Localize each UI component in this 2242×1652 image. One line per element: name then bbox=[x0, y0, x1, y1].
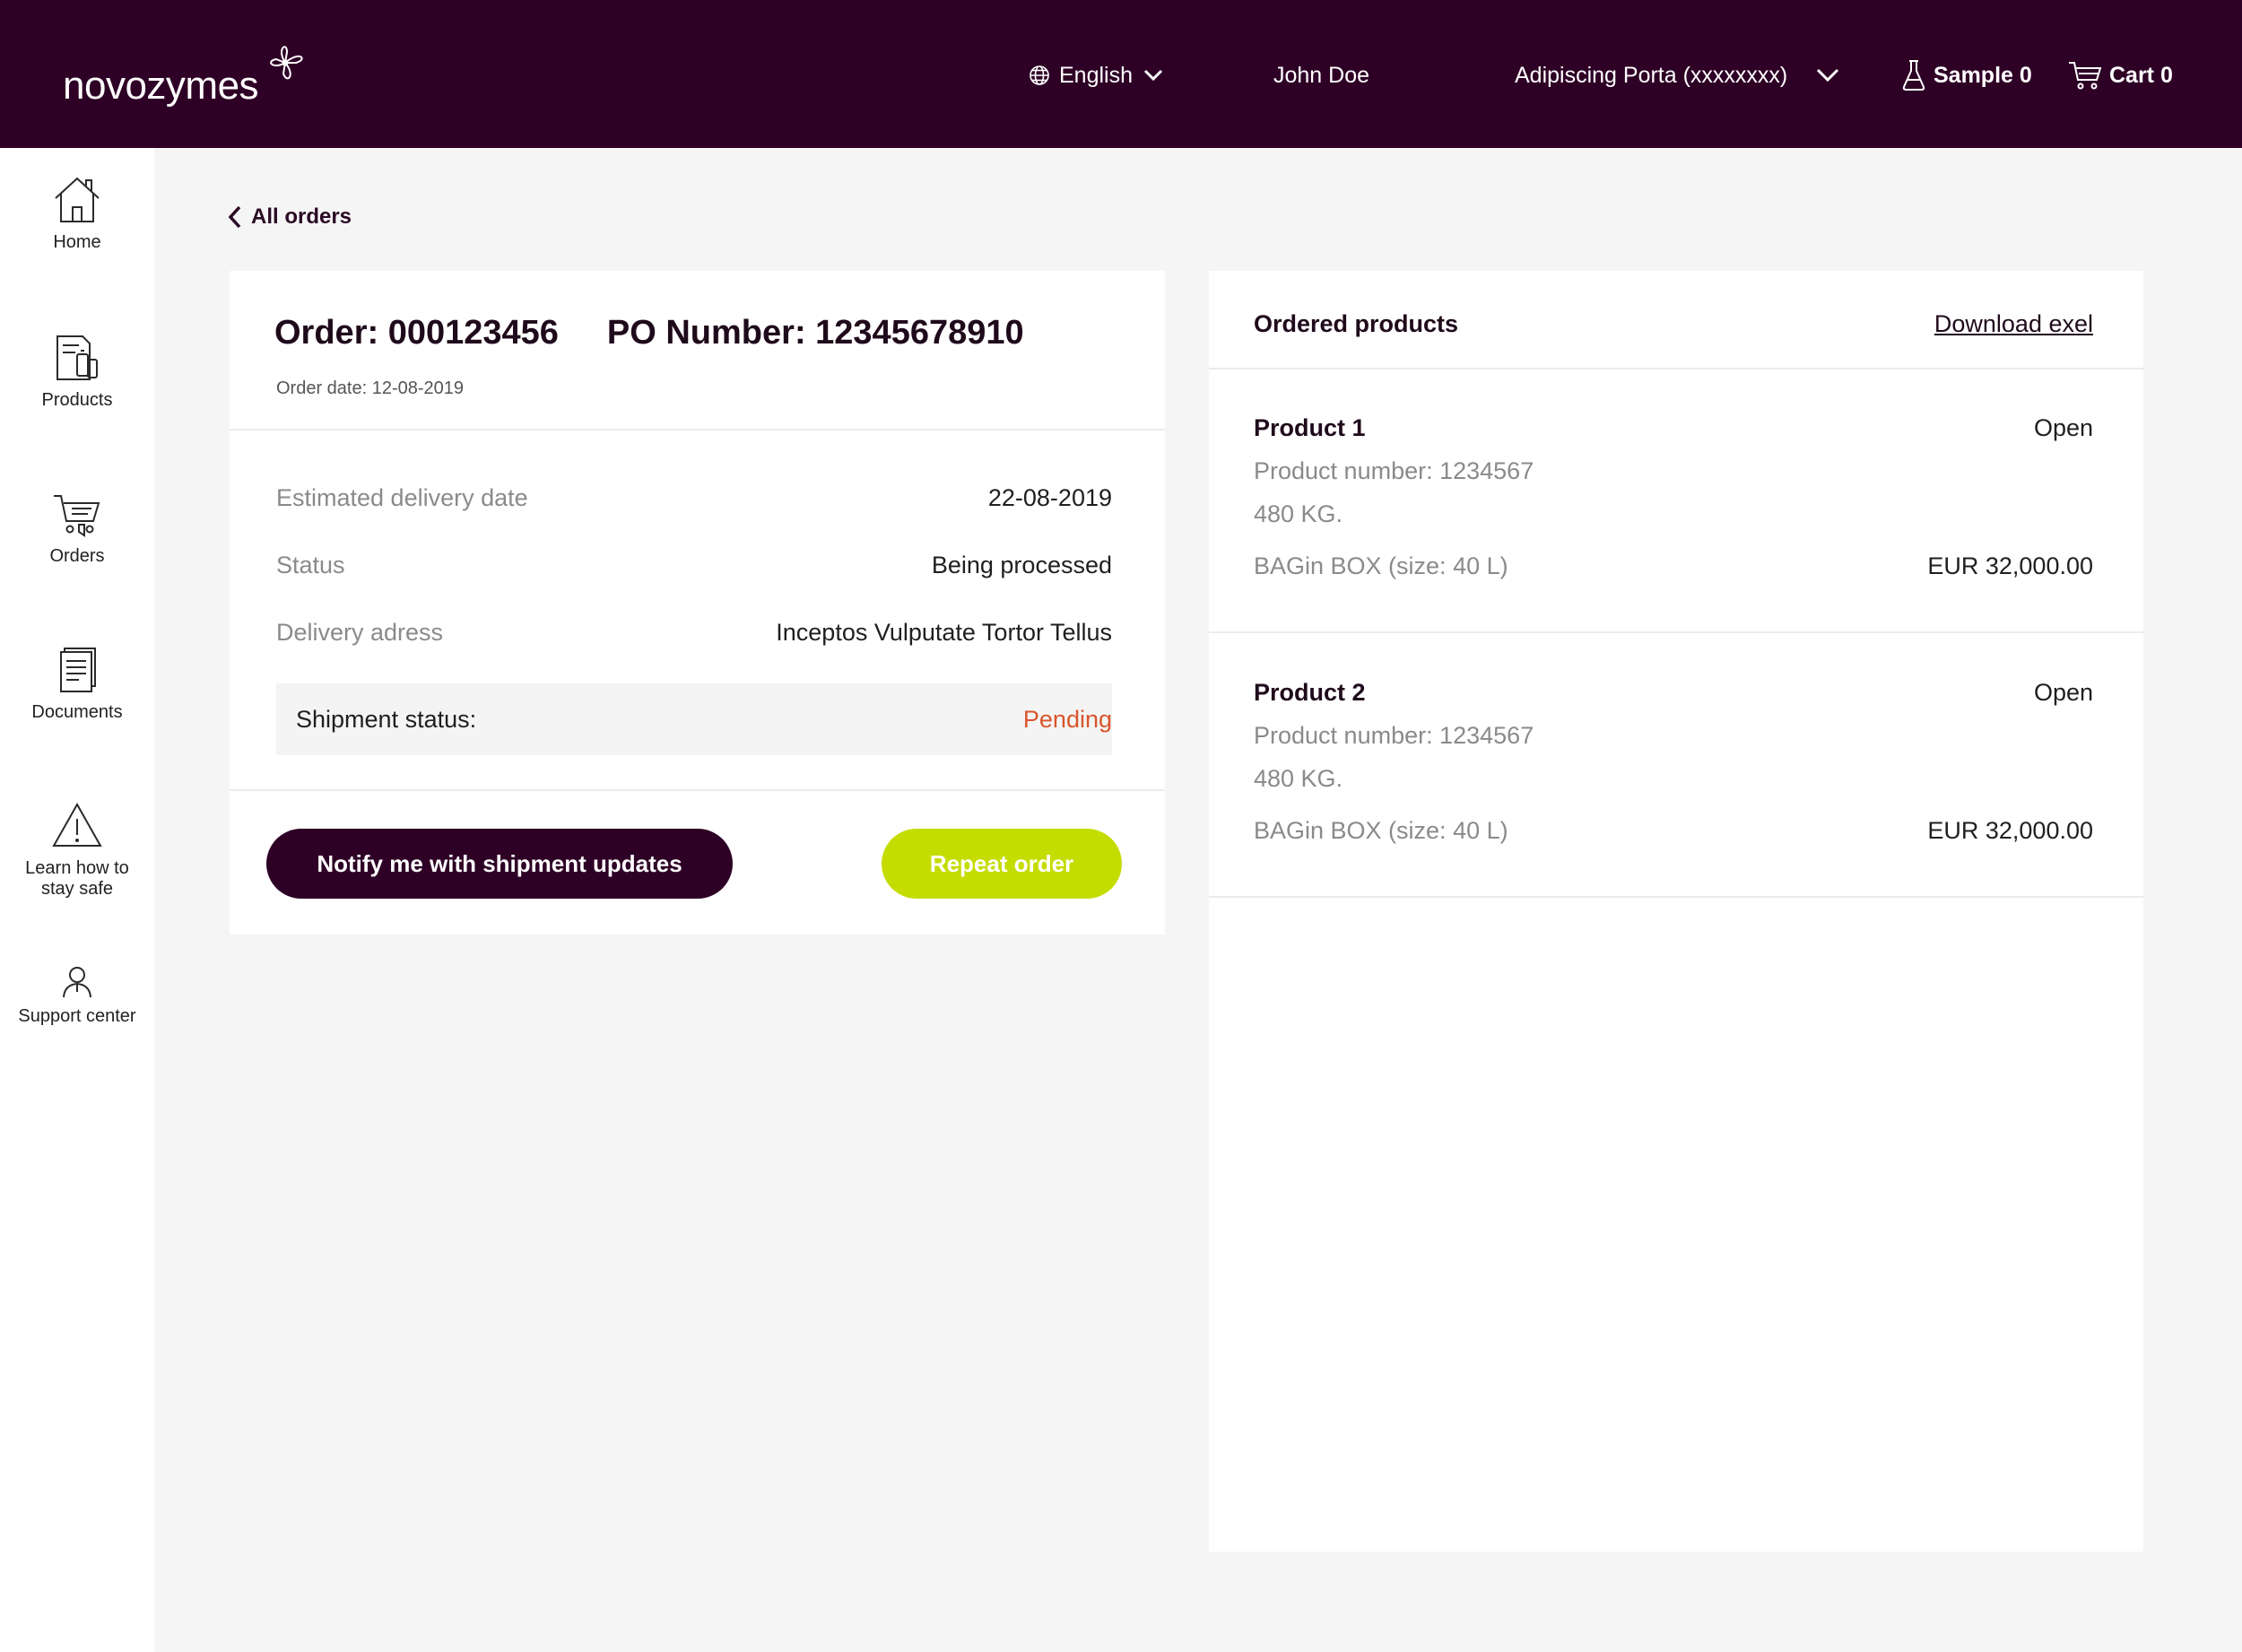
order-number: Order: 000123456 bbox=[274, 314, 559, 352]
sidebar-item-products[interactable]: Products bbox=[0, 333, 154, 411]
shipment-status-value: Pending bbox=[1022, 705, 1112, 733]
info-row-delivery-date: Estimated delivery date 22-08-2019 bbox=[276, 484, 1112, 512]
product-weight: 480 KG. bbox=[1254, 765, 1343, 792]
product-weight: 480 KG. bbox=[1254, 500, 1343, 527]
sidebar-item-label: Home bbox=[53, 232, 101, 252]
product-price: EUR 32,000.00 bbox=[1927, 552, 2093, 579]
cart-link[interactable]: Cart 0 bbox=[2068, 56, 2173, 95]
user-name-label: John Doe bbox=[1273, 62, 1370, 88]
sidebar-item-label: Orders bbox=[49, 546, 105, 566]
info-value: Inceptos Vulputate Tortor Tellus bbox=[776, 619, 1112, 646]
info-label: Status bbox=[276, 552, 345, 578]
product-status: Open bbox=[2033, 414, 2093, 441]
sample-link[interactable]: Sample 0 bbox=[1901, 56, 2032, 95]
product-status: Open bbox=[2033, 679, 2093, 706]
language-selector[interactable]: English bbox=[1029, 56, 1163, 95]
order-date: Order date: 12-08-2019 bbox=[276, 378, 465, 398]
shipment-status-box: Shipment status: Pending bbox=[276, 683, 1112, 755]
download-excel-link[interactable]: Download exel bbox=[1934, 310, 2093, 338]
sidebar-item-label: Support center bbox=[18, 1006, 136, 1026]
products-title: Ordered products bbox=[1254, 310, 1459, 337]
product-name: Product 1 bbox=[1254, 414, 1366, 441]
logo-text: novozymes bbox=[63, 64, 259, 108]
back-link-label: All orders bbox=[251, 204, 352, 229]
info-label: Estimated delivery date bbox=[276, 484, 528, 511]
sidebar-item-label: Documents bbox=[31, 702, 123, 722]
product-package: BAGin BOX (size: 40 L) bbox=[1254, 817, 1508, 844]
product-number: Product number: 1234567 bbox=[1254, 722, 1534, 749]
user-name[interactable]: John Doe bbox=[1273, 56, 1369, 95]
sidebar-item-documents[interactable]: Documents bbox=[0, 645, 154, 723]
account-label: Adipiscing Porta (xxxxxxxx) bbox=[1515, 62, 1788, 88]
home-icon bbox=[55, 177, 100, 222]
back-to-all-orders-link[interactable]: All orders bbox=[228, 204, 352, 230]
product-price: EUR 32,000.00 bbox=[1927, 817, 2093, 844]
product-item[interactable]: Product 2 Open Product number: 1234567 4… bbox=[1254, 679, 2093, 844]
product-package: BAGin BOX (size: 40 L) bbox=[1254, 552, 1508, 579]
info-label: Delivery adress bbox=[276, 619, 444, 646]
orders-cart-icon bbox=[54, 495, 100, 537]
language-label: English bbox=[1059, 62, 1133, 88]
notify-shipment-button[interactable]: Notify me with shipment updates bbox=[266, 829, 733, 899]
shipment-status-label: Shipment status: bbox=[296, 705, 477, 733]
sidebar-item-home[interactable]: Home bbox=[0, 175, 154, 253]
cart-icon bbox=[2069, 62, 2102, 90]
sidebar-item-label: Products bbox=[41, 390, 113, 410]
repeat-order-button[interactable]: Repeat order bbox=[882, 829, 1122, 899]
info-value: Being processed bbox=[931, 552, 1112, 578]
sidebar-item-stay-safe[interactable]: Learn how to stay safe bbox=[0, 801, 154, 900]
sidebar-item-label-line2: stay safe bbox=[40, 879, 114, 899]
support-person-icon bbox=[63, 967, 91, 998]
divider bbox=[1209, 368, 2143, 370]
logo-flower-icon bbox=[270, 46, 303, 80]
sidebar-item-support[interactable]: Support center bbox=[0, 963, 154, 1027]
po-number: PO Number: 12345678910 bbox=[606, 314, 1024, 352]
ordered-products-card: Ordered products Download exel Product 1… bbox=[1209, 271, 2143, 1552]
product-name: Product 2 bbox=[1254, 679, 1366, 706]
flask-icon bbox=[1902, 60, 1925, 91]
order-title: Order: 000123456 PO Number: 12345678910 bbox=[274, 314, 1024, 352]
divider bbox=[230, 789, 1165, 791]
sidebar-item-orders[interactable]: Orders bbox=[0, 489, 154, 567]
info-value: 22-08-2019 bbox=[987, 484, 1112, 511]
cart-label: Cart 0 bbox=[2109, 62, 2173, 88]
product-number: Product number: 1234567 bbox=[1254, 457, 1534, 484]
products-header: Ordered products Download exel bbox=[1254, 310, 2093, 338]
products-icon bbox=[56, 335, 98, 380]
info-row-status: Status Being processed bbox=[276, 552, 1112, 579]
documents-icon bbox=[60, 648, 96, 692]
chevron-down-icon bbox=[1817, 68, 1839, 83]
sidebar-item-label-line1: Learn how to bbox=[25, 858, 129, 878]
divider bbox=[1209, 631, 2143, 633]
warning-icon bbox=[52, 802, 102, 847]
account-selector[interactable]: Adipiscing Porta (xxxxxxxx) bbox=[1515, 56, 1839, 95]
chevron-left-icon bbox=[228, 205, 241, 229]
product-item[interactable]: Product 1 Open Product number: 1234567 4… bbox=[1254, 414, 2093, 579]
info-row-delivery-address: Delivery adress Inceptos Vulputate Torto… bbox=[276, 619, 1112, 647]
order-summary-card: Order: 000123456 PO Number: 12345678910 … bbox=[230, 271, 1165, 935]
globe-icon bbox=[1030, 65, 1049, 85]
divider bbox=[1209, 896, 2143, 898]
logo[interactable]: novozymes bbox=[63, 36, 312, 106]
sidebar: Home Products Orders Documents Learn how… bbox=[0, 148, 154, 1652]
divider bbox=[230, 429, 1165, 430]
chevron-down-icon bbox=[1143, 69, 1163, 82]
sample-label: Sample 0 bbox=[1934, 62, 2032, 88]
top-bar: novozymes English John Doe Adipiscing Po… bbox=[0, 0, 2242, 148]
